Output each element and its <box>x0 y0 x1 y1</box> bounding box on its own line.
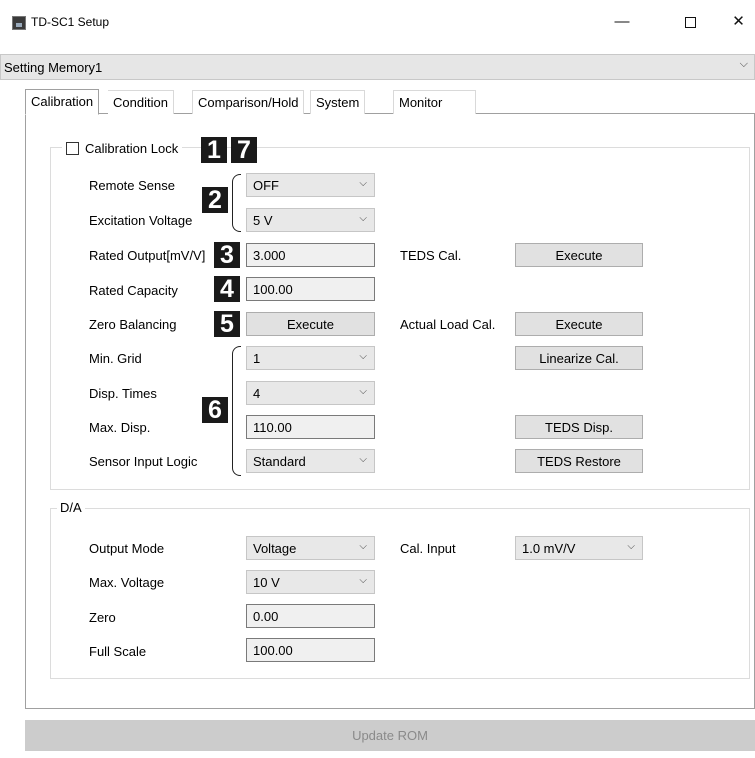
cal-input-select[interactable]: 1.0 mV/V ⌵ <box>515 536 643 560</box>
min-grid-value: 1 <box>253 351 261 366</box>
chevron-down-icon: ⌵ <box>359 541 367 552</box>
remote-sense-value: OFF <box>253 178 279 193</box>
actual-load-cal-label: Actual Load Cal. <box>400 317 496 332</box>
setting-memory-select[interactable]: Setting Memory1 ⌵ <box>0 54 755 80</box>
maximize-icon <box>684 16 696 28</box>
sensor-input-logic-value: Standard <box>253 454 306 469</box>
maximize-button[interactable] <box>670 8 710 36</box>
zero-input[interactable]: 0.00 <box>246 604 375 628</box>
full-scale-label: Full Scale <box>89 644 147 659</box>
teds-disp-button[interactable]: TEDS Disp. <box>515 415 643 439</box>
teds-cal-execute-button[interactable]: Execute <box>515 243 643 267</box>
min-grid-select[interactable]: 1 ⌵ <box>246 346 375 370</box>
callout-badge-4: 4 <box>214 276 240 302</box>
chevron-down-icon: ⌵ <box>359 386 367 397</box>
update-rom-button[interactable]: Update ROM <box>25 720 755 751</box>
max-disp-label: Max. Disp. <box>89 420 151 435</box>
linearize-cal-button[interactable]: Linearize Cal. <box>515 346 643 370</box>
tab-system[interactable]: System <box>310 90 366 114</box>
chevron-down-icon: ⌵ <box>359 213 367 224</box>
output-mode-label: Output Mode <box>89 541 165 556</box>
chevron-down-icon: ⌵ <box>359 575 367 586</box>
tab-condition[interactable]: Condition <box>108 90 174 114</box>
calibration-lock-checkbox[interactable]: Calibration Lock <box>62 139 183 157</box>
callout-badge-3: 3 <box>214 242 240 268</box>
actual-load-cal-execute-button[interactable]: Execute <box>515 312 643 336</box>
tab-comparison-hold[interactable]: Comparison/Hold <box>192 90 305 114</box>
callout-badge-7: 7 <box>231 137 257 163</box>
rated-output-input[interactable]: 3.000 <box>246 243 375 267</box>
close-button[interactable]: ✕ <box>722 8 755 36</box>
rated-capacity-label: Rated Capacity <box>89 283 178 298</box>
tab-calibration[interactable]: Calibration <box>25 89 100 115</box>
output-mode-value: Voltage <box>253 541 297 556</box>
full-scale-input[interactable]: 100.00 <box>246 638 375 662</box>
disp-times-label: Disp. Times <box>89 386 157 401</box>
callout-badge-2: 2 <box>202 187 228 213</box>
disp-times-select[interactable]: 4 ⌵ <box>246 381 375 405</box>
output-mode-select[interactable]: Voltage ⌵ <box>246 536 375 560</box>
max-voltage-select[interactable]: 10 V ⌵ <box>246 570 375 594</box>
chevron-down-icon: ⌵ <box>627 541 635 552</box>
brace <box>232 174 241 232</box>
excitation-voltage-value: 5 V <box>253 213 273 228</box>
remote-sense-label: Remote Sense <box>89 178 175 193</box>
zero-balancing-execute-button[interactable]: Execute <box>246 312 375 336</box>
max-voltage-value: 10 V <box>253 575 280 590</box>
cal-input-value: 1.0 mV/V <box>522 541 576 556</box>
zero-balancing-label: Zero Balancing <box>89 317 177 332</box>
tab-monitor[interactable]: Monitor <box>393 90 476 114</box>
chevron-down-icon: ⌵ <box>359 454 367 465</box>
rated-output-label: Rated Output[mV/V] <box>89 248 206 263</box>
teds-restore-button[interactable]: TEDS Restore <box>515 449 643 473</box>
disp-times-value: 4 <box>253 386 261 401</box>
calibration-lock-label: Calibration Lock <box>85 140 179 156</box>
da-legend: D/A <box>57 500 85 515</box>
excitation-voltage-select[interactable]: 5 V ⌵ <box>246 208 375 232</box>
sensor-input-logic-label: Sensor Input Logic <box>89 454 198 469</box>
max-voltage-label: Max. Voltage <box>89 575 165 590</box>
callout-badge-1: 1 <box>201 137 227 163</box>
rated-capacity-input[interactable]: 100.00 <box>246 277 375 301</box>
sensor-input-logic-select[interactable]: Standard ⌵ <box>246 449 375 473</box>
callout-badge-5: 5 <box>214 311 240 337</box>
window-title: TD-SC1 Setup <box>31 15 110 29</box>
minimize-button[interactable]: — <box>602 8 642 36</box>
callout-badge-6: 6 <box>202 397 228 423</box>
min-grid-label: Min. Grid <box>89 351 142 366</box>
setting-memory-value: Setting Memory1 <box>4 60 103 75</box>
cal-input-label: Cal. Input <box>400 541 456 556</box>
chevron-down-icon: ⌵ <box>359 351 367 362</box>
chevron-down-icon: ⌵ <box>739 58 748 70</box>
app-icon <box>12 16 26 30</box>
max-disp-input[interactable]: 110.00 <box>246 415 375 439</box>
chevron-down-icon: ⌵ <box>359 178 367 189</box>
brace <box>232 346 241 476</box>
da-group <box>50 508 750 679</box>
zero-label: Zero <box>89 610 116 625</box>
checkbox-icon[interactable] <box>66 141 79 155</box>
excitation-voltage-label: Excitation Voltage <box>89 213 193 228</box>
teds-cal-label: TEDS Cal. <box>400 248 462 263</box>
remote-sense-select[interactable]: OFF ⌵ <box>246 173 375 197</box>
